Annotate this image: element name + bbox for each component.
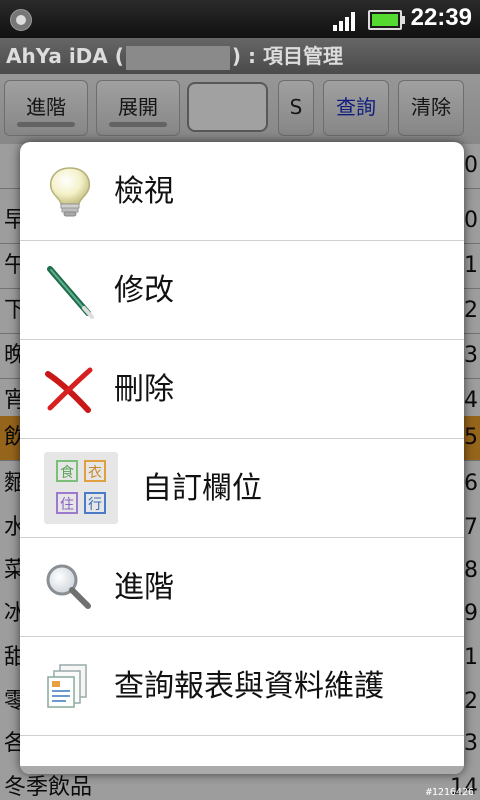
grid-cell-clothing: 衣 [84,460,106,482]
menu-item-view[interactable]: 檢視 [20,142,464,241]
menu-item-edit[interactable]: 修改 [20,241,464,340]
lightbulb-icon [49,167,91,217]
menu-item-label: 自訂欄位 [142,471,262,506]
menu-item-label: 查詢報表與資料維護 [114,669,384,704]
battery-icon [368,10,405,30]
notification-icon [10,9,32,31]
screen: 22:39 AhYa iDA () : 項目管理 進階 展開 S 查詢 清除 0… [0,0,480,800]
delete-x-icon [45,367,93,413]
redacted-name [125,45,230,70]
status-bar: 22:39 [0,0,480,38]
menu-item-label: 檢視 [114,174,174,209]
menu-item-custom-fields[interactable]: 食 衣 住 行 自訂欄位 [20,439,464,538]
grid-cell-housing: 住 [56,492,78,514]
pen-icon [47,266,94,319]
grid-cell-food: 食 [56,460,78,482]
menu-item-label: 修改 [114,273,174,308]
custom-fields-icon: 食 衣 住 行 [44,452,118,524]
grid-cell-transport: 行 [84,492,106,514]
app-title-prefix: AhYa iDA ( [6,44,124,68]
menu-item-label: 進階 [114,570,174,605]
menu-item-delete[interactable]: 刪除 [20,340,464,439]
menu-item-reports[interactable]: 查詢報表與資料維護 [20,637,464,736]
app-title-bar: AhYa iDA ( ) : 項目管理 [0,38,480,74]
report-docs-icon [47,664,87,708]
menu-item-label: 刪除 [114,372,174,407]
dialog-scrollbar[interactable] [20,766,464,774]
magnifier-icon [46,564,91,609]
watermark: #1216426 [425,787,474,798]
status-time: 22:39 [410,4,472,31]
signal-strength-icon [333,11,359,31]
menu-item-advanced[interactable]: 進階 [20,538,464,637]
app-title-suffix: ) : 項目管理 [231,44,343,68]
context-menu-dialog: 檢視 修改 刪除 食 衣 住 行 自訂欄位 進階 查詢報表與資料維護 [20,142,464,774]
